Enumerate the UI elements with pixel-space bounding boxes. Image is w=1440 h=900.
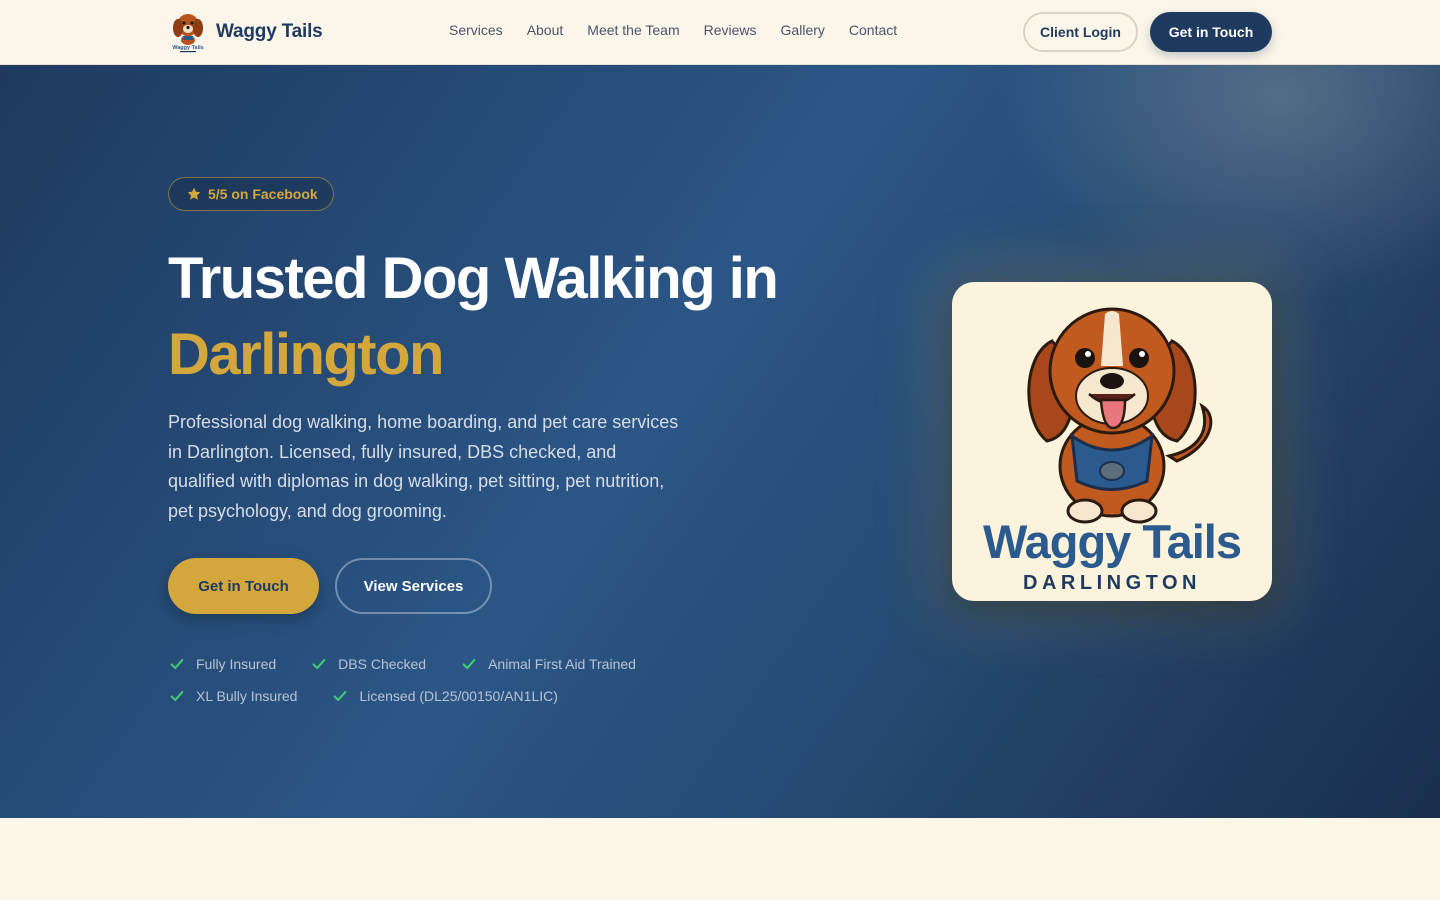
nav-link-meet-the-team[interactable]: Meet the Team [587, 22, 679, 38]
card-brand-name: Waggy Tails [983, 515, 1242, 568]
hero-description: Professional dog walking, home boarding,… [168, 412, 679, 521]
hero-glow [1000, 65, 1440, 305]
nav-link-reviews[interactable]: Reviews [704, 22, 757, 38]
trust-item-label: DBS Checked [338, 656, 427, 672]
card-city-name: DARLINGTON [1023, 572, 1201, 594]
top-navbar: Waggy Tails Waggy Tails Services About M… [0, 0, 1440, 65]
trust-item: Licensed (DL25/00150/AN1LIC) [331, 685, 558, 707]
hero-headline: Trusted Dog Walking in Darlington [168, 241, 888, 393]
main-nav: Services About Meet the Team Reviews Gal… [437, 22, 909, 38]
trust-item: XL Bully Insured [168, 685, 297, 707]
check-icon [462, 658, 476, 670]
view-services-button[interactable]: View Services [335, 558, 492, 614]
brand-home-link[interactable]: Waggy Tails Waggy Tails [168, 10, 323, 54]
trust-item-label: Fully Insured [196, 656, 277, 672]
hero-get-in-touch-button[interactable]: Get in Touch [168, 558, 319, 614]
trust-item: Animal First Aid Trained [460, 653, 636, 675]
svg-text:Waggy Tails: Waggy Tails [172, 45, 203, 51]
nav-link-contact[interactable]: Contact [849, 22, 897, 38]
trust-item: DBS Checked [310, 653, 426, 675]
rating-text: 5/5 on Facebook [208, 186, 318, 202]
trust-item-label: Animal First Aid Trained [488, 656, 636, 672]
client-login-button[interactable]: Client Login [1023, 12, 1138, 52]
nav-link-about[interactable]: About [527, 22, 564, 38]
headline-highlight: Darlington [168, 322, 444, 387]
next-section [0, 818, 1440, 900]
dog-mascot-icon [1027, 307, 1213, 524]
headline-text: Trusted Dog Walking in [168, 246, 779, 311]
star-icon [187, 187, 201, 200]
nav-link-services[interactable]: Services [449, 22, 503, 38]
trust-item-label: XL Bully Insured [196, 688, 298, 704]
check-icon [170, 690, 184, 702]
nav-link-gallery[interactable]: Gallery [781, 22, 825, 38]
brand-logo-card: Waggy Tails DARLINGTON [952, 282, 1272, 601]
facebook-rating-badge: 5/5 on Facebook [168, 177, 334, 211]
trust-badges: Fully Insured DBS Checked Animal First A… [168, 653, 808, 717]
nav-get-in-touch-button[interactable]: Get in Touch [1150, 12, 1272, 52]
check-icon [312, 658, 326, 670]
check-icon [170, 658, 184, 670]
dog-logo-icon: Waggy Tails [172, 14, 204, 53]
check-icon [334, 690, 347, 702]
trust-item: Fully Insured [168, 653, 276, 675]
brand-name: Waggy Tails [216, 21, 323, 42]
hero-section: 5/5 on Facebook Trusted Dog Walking in D… [0, 65, 1440, 818]
trust-item-label: Licensed (DL25/00150/AN1LIC) [359, 688, 558, 704]
